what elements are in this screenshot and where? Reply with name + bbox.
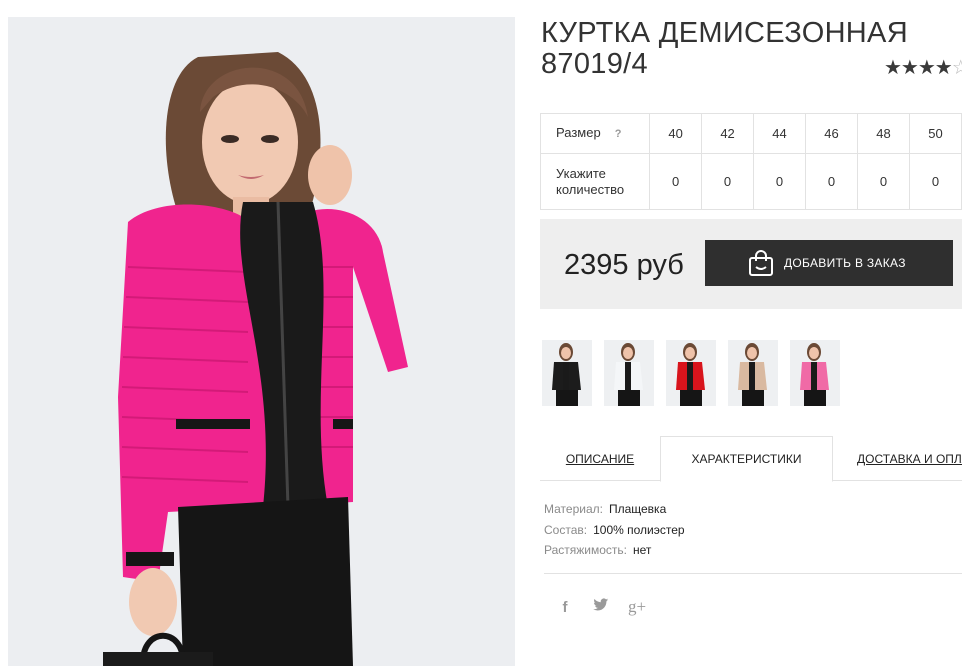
size-40: 40 bbox=[649, 113, 703, 154]
shopping-bag-icon bbox=[748, 249, 774, 277]
twitter-icon[interactable] bbox=[592, 598, 610, 616]
thumbnail-figure bbox=[604, 340, 654, 406]
tab-characteristics-label: ХАРАКТЕРИСТИКИ bbox=[691, 452, 802, 466]
quantity-label: Укажите количество bbox=[539, 153, 651, 210]
product-tabs: ОПИСАНИЕ ХАРАКТЕРИСТИКИ ДОСТАВКА И ОПЛАТ… bbox=[540, 436, 962, 482]
spec-row-material: Материал: Плащевка bbox=[544, 499, 685, 520]
tab-description[interactable]: ОПИСАНИЕ bbox=[540, 436, 660, 481]
spec-row-composition: Состав: 100% полиэстер bbox=[544, 520, 685, 541]
size-48: 48 bbox=[856, 113, 910, 154]
add-to-order-button[interactable]: ДОБАВИТЬ В ЗАКАЗ bbox=[705, 240, 953, 286]
quantity-input-40[interactable]: 0 bbox=[649, 153, 703, 210]
divider bbox=[544, 573, 962, 574]
size-label-cell: Размер? bbox=[539, 113, 651, 154]
quantity-input-42[interactable]: 0 bbox=[701, 153, 755, 210]
thumbnail-figure bbox=[666, 340, 716, 406]
thumbnail-figure bbox=[790, 340, 840, 406]
model-illustration bbox=[8, 17, 515, 666]
spec-value: Плащевка bbox=[608, 502, 667, 516]
characteristics-list: Материал: Плащевка Состав: 100% полиэстер … bbox=[544, 499, 685, 561]
size-42: 42 bbox=[701, 113, 755, 154]
product-title: КУРТКА ДЕМИСЕЗОННАЯ 87019/4 bbox=[541, 17, 908, 80]
thumb-black-jacket[interactable] bbox=[542, 340, 592, 406]
quantity-input-46[interactable]: 0 bbox=[805, 153, 858, 210]
add-to-order-label: ДОБАВИТЬ В ЗАКАЗ bbox=[784, 256, 906, 270]
size-row: Размер? 40 42 44 46 48 50 bbox=[539, 113, 962, 154]
spec-row-stretch: Растяжимость: нет bbox=[544, 540, 685, 561]
main-product-photo[interactable] bbox=[8, 17, 515, 666]
quantity-input-48[interactable]: 0 bbox=[856, 153, 910, 210]
color-thumbnails bbox=[542, 340, 840, 406]
quantity-input-50[interactable]: 0 bbox=[908, 153, 962, 210]
thumb-beige-jacket[interactable] bbox=[728, 340, 778, 406]
purchase-box: 2395 руб ДОБАВИТЬ В ЗАКАЗ bbox=[540, 219, 962, 309]
googleplus-icon[interactable]: g+ bbox=[628, 597, 646, 617]
tab-characteristics[interactable]: ХАРАКТЕРИСТИКИ bbox=[660, 436, 833, 482]
thumb-red-jacket[interactable] bbox=[666, 340, 716, 406]
spec-value: 100% полиэстер bbox=[593, 522, 685, 537]
size-help-icon[interactable]: ? bbox=[615, 126, 622, 142]
size-46: 46 bbox=[805, 113, 858, 154]
rating-empty-star-icon: ☆ bbox=[951, 57, 962, 79]
product-rating[interactable]: ★★★★☆ bbox=[884, 56, 962, 80]
spec-key: Материал: bbox=[544, 502, 603, 516]
thumbnail-figure bbox=[542, 340, 592, 406]
size-50: 50 bbox=[908, 113, 962, 154]
size-44: 44 bbox=[753, 113, 806, 154]
size-label: Размер bbox=[556, 125, 601, 140]
thumb-white-jacket[interactable] bbox=[604, 340, 654, 406]
quantity-input-44[interactable]: 0 bbox=[753, 153, 806, 210]
product-price: 2395 руб bbox=[564, 249, 684, 281]
spec-key: Состав: bbox=[544, 522, 588, 537]
spec-value: нет bbox=[633, 543, 652, 557]
social-share: f g+ bbox=[556, 597, 647, 617]
thumb-pink-jacket[interactable] bbox=[790, 340, 840, 406]
quantity-row: Укажите количество 0 0 0 0 0 0 bbox=[539, 153, 962, 210]
thumbnail-figure bbox=[728, 340, 778, 406]
spec-key: Растяжимость: bbox=[544, 543, 628, 557]
rating-filled-stars-icon: ★★★★ bbox=[884, 57, 953, 79]
tab-delivery-payment-label: ДОСТАВКА И ОПЛАТА bbox=[857, 452, 962, 466]
tab-description-label: ОПИСАНИЕ bbox=[565, 452, 635, 466]
size-quantity-table: Размер? 40 42 44 46 48 50 Укажите количе… bbox=[539, 113, 962, 210]
tab-delivery-payment[interactable]: ДОСТАВКА И ОПЛАТА bbox=[833, 436, 962, 481]
facebook-icon[interactable]: f bbox=[556, 599, 574, 616]
